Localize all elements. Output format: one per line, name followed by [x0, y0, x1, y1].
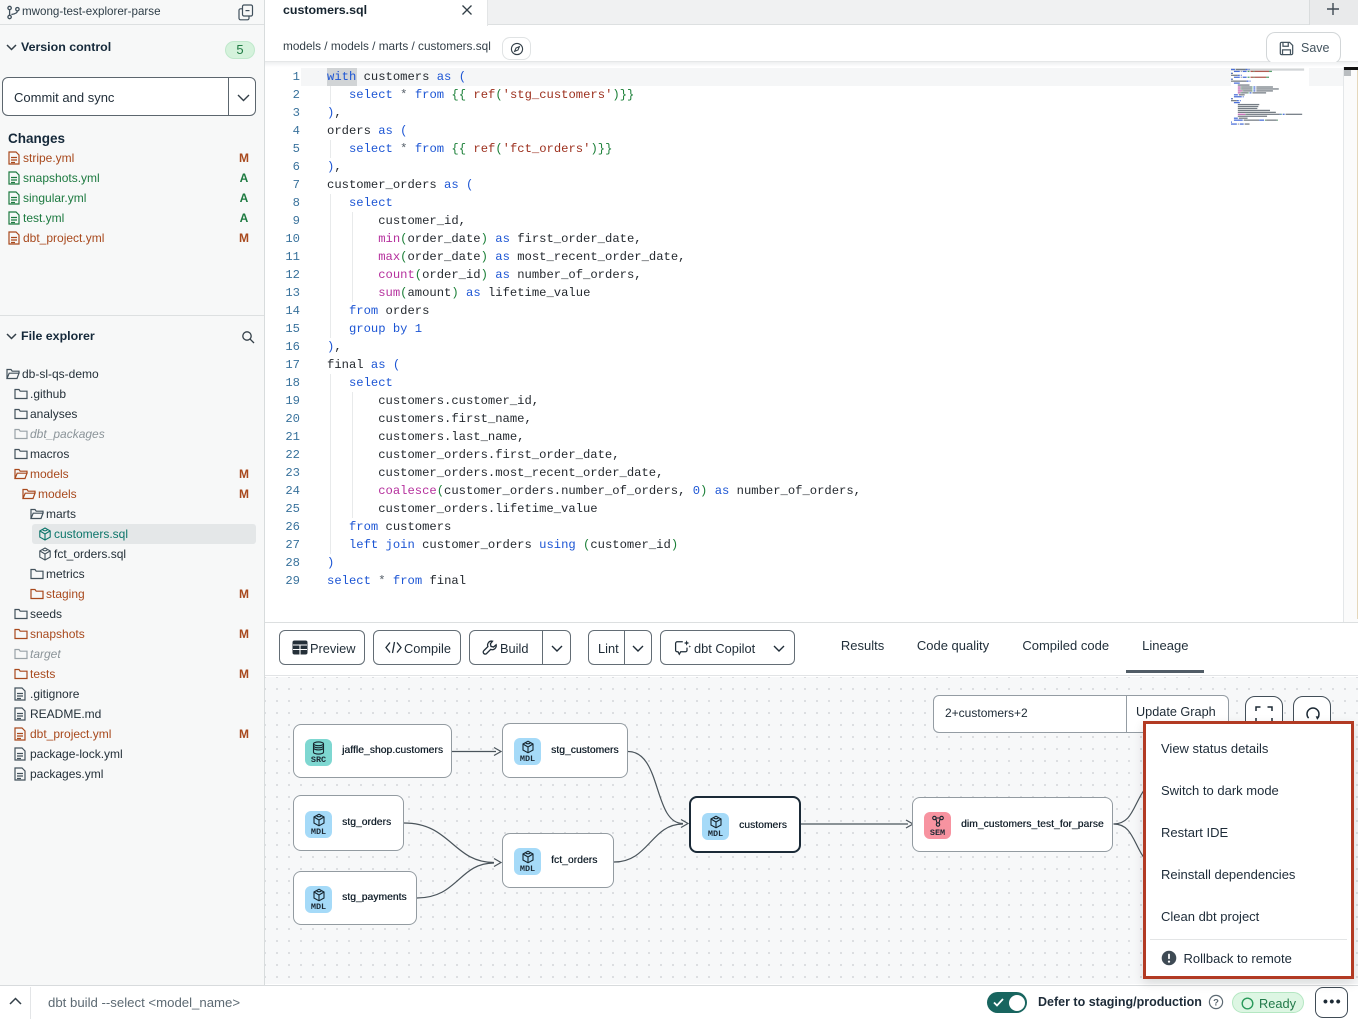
svg-text:?: ?: [1213, 997, 1219, 1008]
